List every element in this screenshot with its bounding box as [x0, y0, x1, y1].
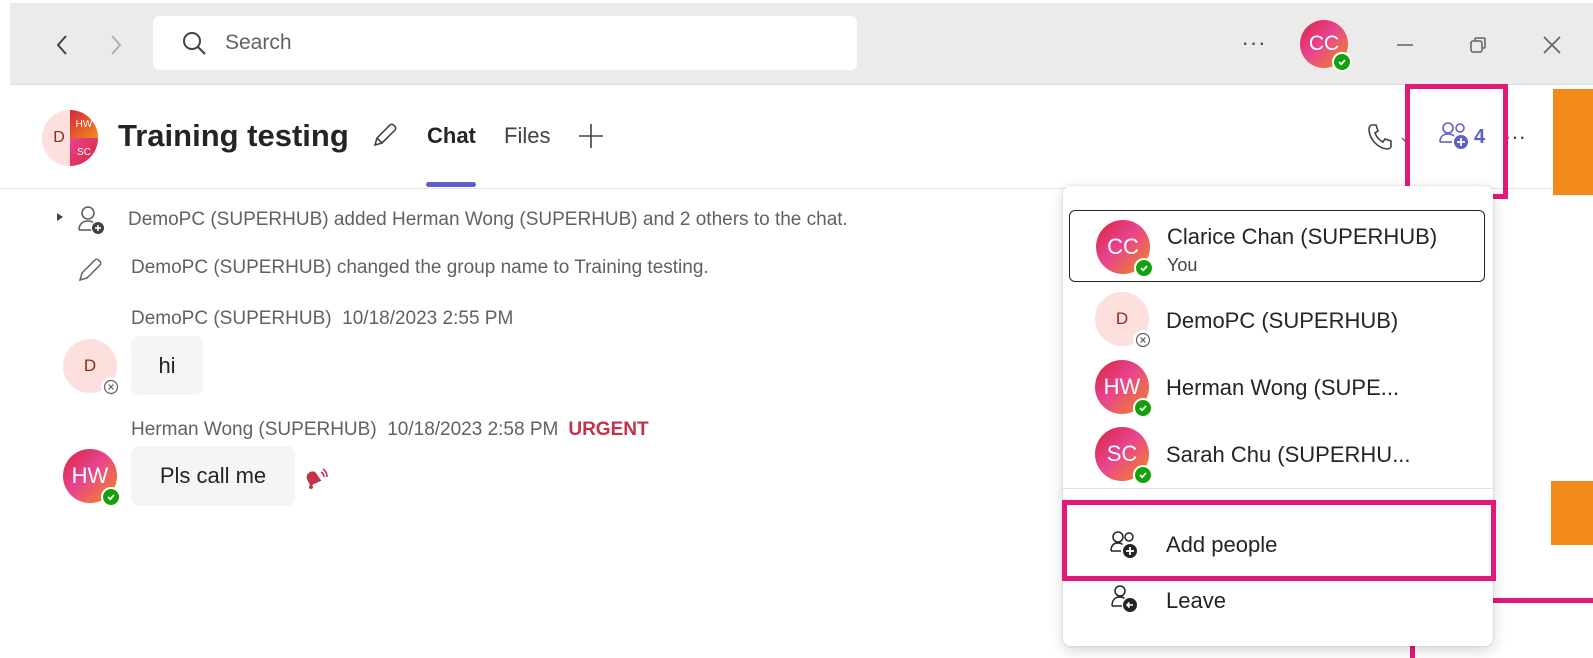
add-people-highlight-box — [1062, 500, 1496, 581]
member-item[interactable]: SC Sarah Chu (SUPERHU... — [1069, 420, 1485, 492]
presence-available-icon — [1134, 258, 1154, 278]
member-item[interactable]: CC Clarice Chan (SUPERHUB) You — [1069, 210, 1485, 282]
avatar-initials: D — [83, 356, 97, 375]
avatar[interactable]: HW — [63, 449, 121, 507]
rename-button[interactable] — [370, 120, 400, 155]
presence-available-icon — [1332, 52, 1352, 72]
avatar: HW — [1095, 360, 1153, 418]
divider — [1063, 488, 1493, 489]
message-bubble[interactable]: Pls call me — [131, 446, 295, 506]
presence-offline-icon — [101, 377, 121, 397]
person-leave-icon — [1111, 585, 1137, 612]
message-author: Herman Wong (SUPERHUB) — [131, 419, 377, 440]
group-avatar-sc: SC — [77, 146, 91, 158]
phone-icon — [1368, 124, 1392, 150]
avatar: CC — [1096, 220, 1154, 278]
settings-more-button[interactable]: ··· — [1236, 25, 1272, 61]
system-message: DemoPC (SUPERHUB) changed the group name… — [131, 257, 709, 278]
user-avatar[interactable]: CC — [1300, 20, 1352, 72]
participants-highlight-box — [1405, 84, 1508, 199]
presence-offline-icon — [1133, 330, 1153, 350]
close-button[interactable] — [1532, 25, 1572, 65]
expand-caret-icon[interactable] — [55, 210, 65, 228]
presence-available-icon — [101, 487, 121, 507]
message-bubble[interactable]: hi — [131, 336, 203, 395]
system-message: DemoPC (SUPERHUB) added Herman Wong (SUP… — [128, 209, 848, 230]
user-avatar-initials: CC — [1308, 32, 1340, 55]
add-tab-button[interactable] — [577, 122, 605, 155]
avatar-initials: HW — [1103, 374, 1141, 399]
restore-button[interactable] — [1458, 25, 1498, 65]
avatar-initials: D — [1115, 309, 1129, 328]
close-icon — [1543, 36, 1561, 54]
member-subtitle: You — [1167, 255, 1198, 275]
tab-chat-indicator — [426, 182, 476, 187]
avatar: SC — [1095, 427, 1153, 485]
search-icon — [183, 32, 206, 55]
avatar-initials: SC — [1106, 441, 1138, 466]
group-avatar-hw: HW — [75, 118, 93, 130]
chat-title: Training testing — [118, 118, 349, 153]
group-avatar[interactable]: D HW SC — [42, 110, 98, 166]
minimize-button[interactable] — [1385, 25, 1425, 65]
urgent-badge: URGENT — [568, 419, 649, 440]
pencil-icon — [373, 123, 397, 147]
person-add-icon — [76, 204, 108, 241]
message-author: DemoPC (SUPERHUB) — [131, 308, 332, 329]
member-name: DemoPC (SUPERHUB) — [1166, 308, 1399, 333]
orange-marker — [1553, 89, 1593, 195]
message-time: 10/18/2023 2:58 PM — [387, 419, 559, 440]
member-item[interactable]: HW Herman Wong (SUPE... — [1069, 352, 1485, 424]
tab-files[interactable]: Files — [504, 123, 550, 149]
restore-icon — [1470, 37, 1486, 53]
back-button[interactable] — [48, 27, 76, 63]
call-button[interactable] — [1366, 122, 1394, 157]
member-name: Sarah Chu (SUPERHU... — [1166, 442, 1411, 467]
search-box[interactable] — [153, 16, 857, 70]
pencil-icon — [76, 254, 106, 289]
tab-chat[interactable]: Chat — [427, 123, 476, 149]
member-name: Clarice Chan (SUPERHUB) — [1167, 224, 1438, 249]
presence-available-icon — [1133, 398, 1153, 418]
title-bar: ··· CC — [10, 3, 1593, 85]
message-meta: DemoPC (SUPERHUB) 10/18/2023 2:55 PM — [131, 308, 513, 330]
urgent-bell-icon — [302, 466, 328, 497]
member-item[interactable]: D DemoPC (SUPERHUB) — [1069, 284, 1485, 356]
orange-marker — [1551, 481, 1593, 545]
member-name: Herman Wong (SUPE... — [1166, 375, 1400, 400]
plus-icon — [579, 124, 603, 148]
search-input[interactable] — [223, 30, 827, 56]
presence-available-icon — [1133, 465, 1153, 485]
message-meta: Herman Wong (SUPERHUB) 10/18/2023 2:58 P… — [131, 419, 649, 441]
message-time: 10/18/2023 2:55 PM — [342, 308, 514, 329]
chevron-right-icon — [111, 35, 122, 55]
avatar: D — [1095, 292, 1153, 350]
forward-button[interactable] — [102, 27, 130, 63]
leave-label: Leave — [1166, 588, 1226, 613]
avatar[interactable]: D — [63, 339, 121, 397]
avatar-initials: HW — [71, 463, 109, 488]
minimize-icon — [1397, 44, 1413, 46]
avatar-initials: CC — [1107, 234, 1139, 259]
group-avatar-d: D — [53, 129, 65, 146]
chevron-left-icon — [56, 35, 67, 55]
